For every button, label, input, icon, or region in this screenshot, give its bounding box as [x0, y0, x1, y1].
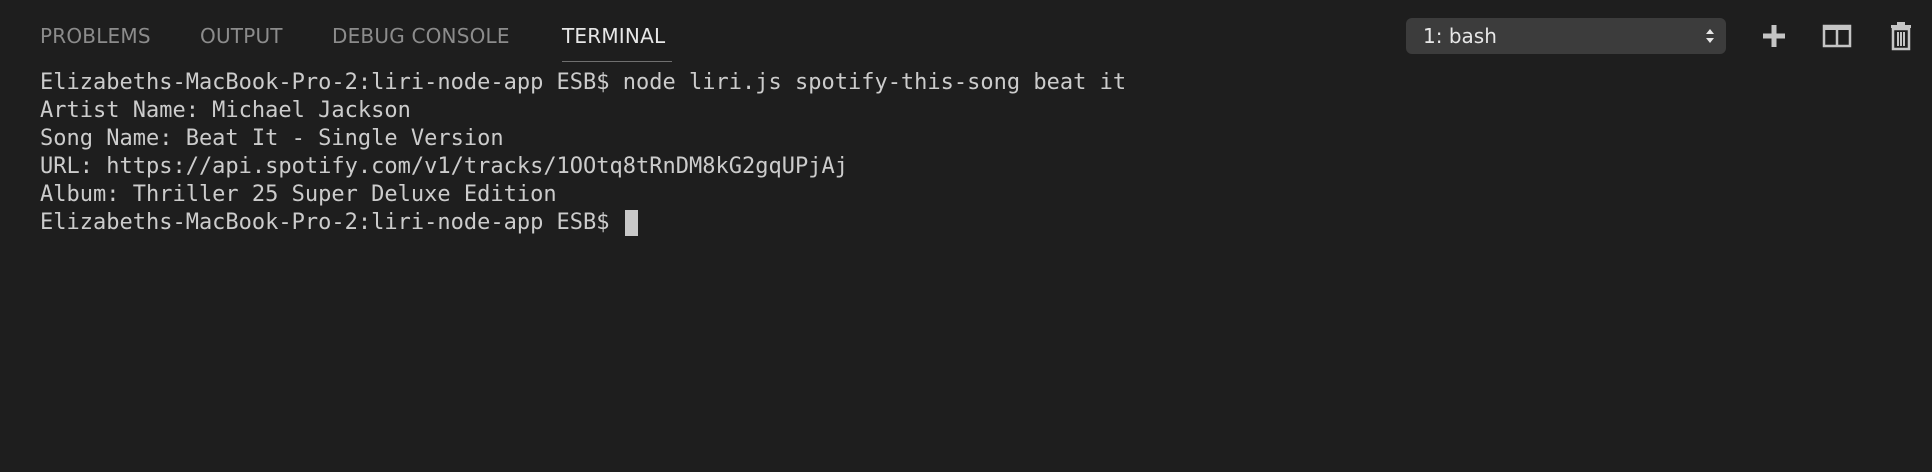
tab-debug-console[interactable]: DEBUG CONSOLE [332, 22, 510, 50]
terminal-line: URL: https://api.spotify.com/v1/tracks/1… [40, 154, 848, 179]
tab-output[interactable]: OUTPUT [200, 22, 283, 50]
select-updown-icon [1706, 29, 1714, 43]
panel-tab-bar: PROBLEMS OUTPUT DEBUG CONSOLE TERMINAL 1… [0, 0, 1932, 64]
tab-terminal[interactable]: TERMINAL [562, 22, 665, 50]
plus-icon[interactable] [1756, 18, 1792, 54]
active-tab-indicator [562, 61, 672, 62]
terminal-line: Elizabeths-MacBook-Pro-2:liri-node-app E… [40, 70, 1127, 95]
terminal-output[interactable]: Elizabeths-MacBook-Pro-2:liri-node-app E… [40, 69, 1900, 237]
terminal-instance-select-value: 1: bash [1423, 24, 1497, 48]
trash-icon[interactable] [1883, 18, 1919, 54]
terminal-cursor [624, 210, 638, 236]
terminal-prompt-line[interactable]: Elizabeths-MacBook-Pro-2:liri-node-app E… [40, 209, 1900, 237]
terminal-line: Artist Name: Michael Jackson [40, 98, 411, 123]
terminal-line: Album: Thriller 25 Super Deluxe Edition [40, 182, 557, 207]
terminal-instance-select[interactable]: 1: bash [1406, 18, 1726, 54]
terminal-panel: PROBLEMS OUTPUT DEBUG CONSOLE TERMINAL 1… [0, 0, 1932, 472]
terminal-prompt: Elizabeths-MacBook-Pro-2:liri-node-app E… [40, 210, 623, 235]
split-icon[interactable] [1819, 18, 1855, 54]
terminal-line: Song Name: Beat It - Single Version [40, 126, 504, 151]
tab-problems[interactable]: PROBLEMS [40, 22, 151, 50]
